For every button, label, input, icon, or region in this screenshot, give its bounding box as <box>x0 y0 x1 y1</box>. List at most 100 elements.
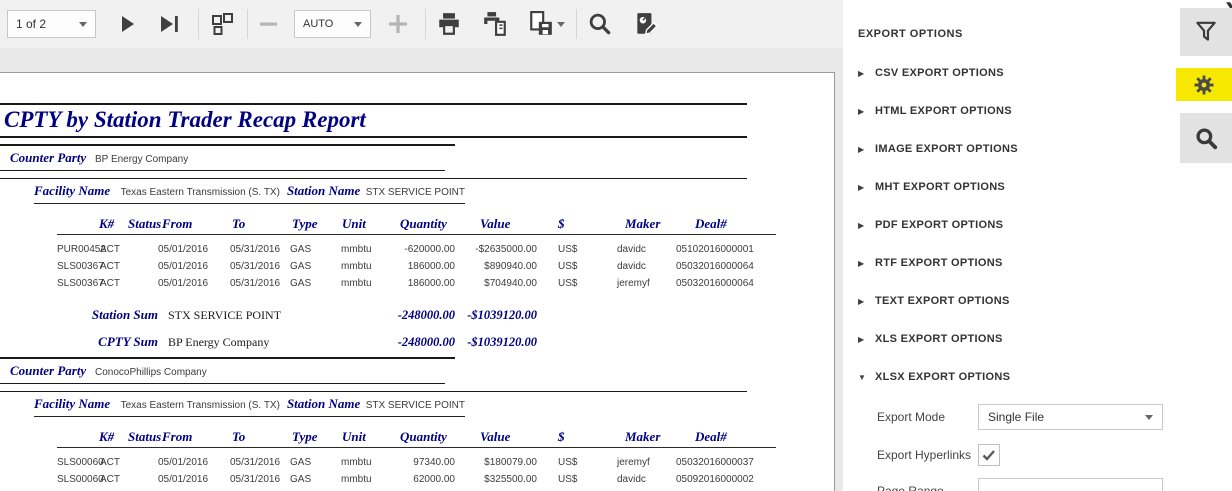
cell-unit: mmbtu <box>341 244 395 255</box>
last-page-icon <box>157 12 181 36</box>
export-document-icon <box>528 11 554 37</box>
toolbar-divider <box>247 9 248 39</box>
table-header-row: K#StatusFromToTypeUnitQuantityValue$Make… <box>57 216 834 235</box>
page-selector-dropdown[interactable]: 1 of 2 <box>7 10 96 38</box>
column-header: Deal# <box>676 429 776 448</box>
column-header: To <box>230 429 290 448</box>
cell-value: $180079.00 <box>455 457 537 468</box>
station-sum-name: STX SERVICE POINT <box>158 308 395 323</box>
cell-to: 05/31/2016 <box>230 474 290 485</box>
cell-quantity: 186000.00 <box>395 278 455 289</box>
chevron-down-icon <box>354 22 362 27</box>
cell-to: 05/31/2016 <box>230 244 290 255</box>
export-group-header[interactable]: ▶ XLS EXPORT OPTIONS <box>858 320 1180 358</box>
export-group-label: RTF EXPORT OPTIONS <box>875 257 1003 269</box>
print-button[interactable] <box>432 7 466 41</box>
column-header: K# <box>57 429 100 448</box>
cell-quantity: 97340.00 <box>395 457 455 468</box>
export-mode-select[interactable]: Single File <box>978 404 1163 430</box>
column-header: Maker <box>617 216 676 235</box>
cell-unit: mmbtu <box>341 457 395 468</box>
counter-party-row: Counter Party BP Energy Company <box>10 150 834 166</box>
counter-party-label: Counter Party <box>10 150 95 166</box>
cell-k: PUR00452 <box>57 244 100 255</box>
export-group-label: HTML EXPORT OPTIONS <box>875 105 1012 117</box>
next-page-button[interactable] <box>110 7 144 41</box>
cpty-sum-row: CPTY Sum BP Energy Company -248000.00 -$… <box>57 334 834 351</box>
counter-party-value: BP Energy Company <box>95 154 188 165</box>
cpty-sum-value: -$1039120.00 <box>455 335 537 350</box>
cell-currency: US$ <box>537 474 617 485</box>
cell-maker: jeremyf <box>617 278 676 289</box>
counter-party-label: Counter Party <box>10 363 95 379</box>
export-group-header[interactable]: ▶ MHT EXPORT OPTIONS <box>858 168 1180 206</box>
export-group-label: XLSX EXPORT OPTIONS <box>875 371 1010 383</box>
export-group-header[interactable]: ▶ PDF EXPORT OPTIONS <box>858 206 1180 244</box>
divider <box>0 383 445 385</box>
zoom-out-button[interactable] <box>252 7 286 41</box>
cell-type: GAS <box>290 261 341 272</box>
cell-quantity: 186000.00 <box>395 261 455 272</box>
xlsx-options-section: Export Mode Single File Export Hyperlink… <box>858 404 1180 491</box>
report-viewer-area: 1 of 2 AUTO <box>0 0 843 491</box>
column-header: Deal# <box>676 216 776 235</box>
cell-deal: 05032016000064 <box>676 278 776 289</box>
facility-name-value: Texas Eastern Transmission (S. TX) <box>121 400 287 411</box>
cell-currency: US$ <box>537 457 617 468</box>
toolbar-divider <box>198 9 199 39</box>
cell-to: 05/31/2016 <box>230 261 290 272</box>
page-range-input[interactable] <box>978 478 1163 491</box>
last-page-button[interactable] <box>152 7 186 41</box>
print-page-button[interactable] <box>478 7 512 41</box>
search-icon <box>1193 125 1219 151</box>
export-group-header[interactable]: ▶ TEXT EXPORT OPTIONS <box>858 282 1180 320</box>
export-hyperlinks-checkbox[interactable] <box>978 444 1000 466</box>
chevron-down-icon <box>79 22 87 27</box>
page-range-row: Page Range <box>858 478 1180 491</box>
zoom-level-dropdown[interactable]: AUTO <box>294 10 371 38</box>
column-header: $ <box>537 429 617 448</box>
export-group-header[interactable]: ▶ CSV EXPORT OPTIONS <box>858 54 1180 92</box>
next-page-icon <box>115 12 139 36</box>
editing-fields-button[interactable] <box>629 7 663 41</box>
export-group-header[interactable]: ▶ RTF EXPORT OPTIONS <box>858 244 1180 282</box>
cell-value: $704940.00 <box>455 278 537 289</box>
divider <box>0 357 455 359</box>
zoom-in-button[interactable] <box>381 7 415 41</box>
column-header: To <box>230 216 290 235</box>
station-name-label: Station Name <box>287 183 366 199</box>
export-group-header[interactable]: ▶ IMAGE EXPORT OPTIONS <box>858 130 1180 168</box>
station-sum-quantity: -248000.00 <box>395 308 455 323</box>
station-name-value: STX SERVICE POINT <box>366 400 465 411</box>
export-group-header[interactable]: ▶ HTML EXPORT OPTIONS <box>858 92 1180 130</box>
panel-title: EXPORT OPTIONS <box>858 28 1180 40</box>
station-name-label: Station Name <box>287 396 366 412</box>
search-button[interactable] <box>583 7 617 41</box>
expander-triangle-icon: ▶ <box>858 183 868 192</box>
cell-currency: US$ <box>537 261 617 272</box>
export-group-label: IMAGE EXPORT OPTIONS <box>875 143 1018 155</box>
cell-from: 05/01/2016 <box>158 457 230 468</box>
print-page-icon <box>482 11 508 37</box>
cell-from: 05/01/2016 <box>158 244 230 255</box>
cell-deal: 05102016000001 <box>676 244 776 255</box>
export-group-label: MHT EXPORT OPTIONS <box>875 181 1005 193</box>
expander-triangle-icon: ▶ <box>858 221 868 230</box>
search-tab[interactable] <box>1180 113 1232 163</box>
divider <box>0 170 445 172</box>
cell-unit: mmbtu <box>341 261 395 272</box>
expander-triangle-icon: ▶ <box>858 335 868 344</box>
cell-status: ACT <box>100 457 158 468</box>
printer-icon <box>436 11 462 37</box>
multipage-toggle-button[interactable] <box>205 7 239 41</box>
cell-unit: mmbtu <box>341 474 395 485</box>
export-group-header[interactable]: ▼ XLSX EXPORT OPTIONS <box>858 358 1180 396</box>
export-options-tab-active[interactable] <box>1176 68 1232 101</box>
facility-row: Facility Name Texas Eastern Transmission… <box>34 396 465 417</box>
export-button[interactable] <box>524 7 568 41</box>
report-page: CPTY by Station Trader Recap Report Coun… <box>0 72 835 491</box>
station-sum-value: -$1039120.00 <box>455 308 537 323</box>
parameters-tab[interactable] <box>1180 8 1232 56</box>
expander-triangle-icon: ▼ <box>858 373 868 382</box>
cell-currency: US$ <box>537 244 617 255</box>
